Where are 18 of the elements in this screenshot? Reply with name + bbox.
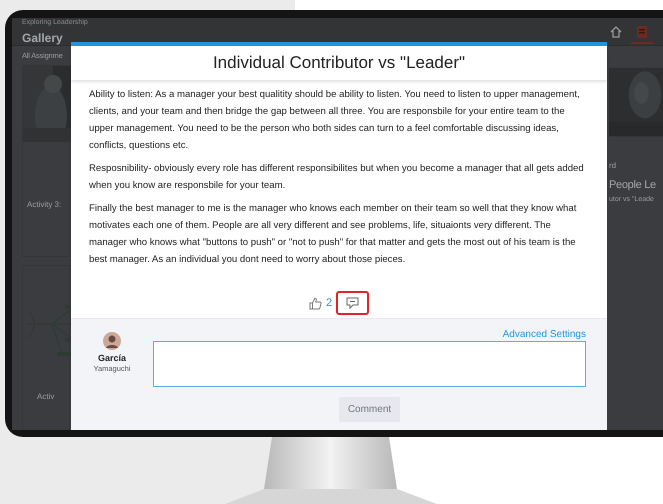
card-caption: Activ: [37, 391, 56, 404]
body-paragraph: Resposnibility- obviously every role has different responsibilites but when you become a manager that all gets added when you know are responsbile for your team.: [89, 162, 585, 193]
card-caption: Activity 3:: [26, 199, 62, 212]
modal-title: Individual Contributor vs "Leader": [71, 46, 607, 80]
comment-field[interactable]: [153, 341, 586, 387]
thumbs-up-icon[interactable]: [308, 296, 322, 310]
gallery-card[interactable]: Activity 3:: [22, 65, 70, 258]
comment-button[interactable]: [336, 291, 370, 315]
card-title: People Le: [609, 178, 657, 193]
user-first-name: García: [98, 353, 126, 364]
body-paragraph: Ability to listen: As a manager your best qualitity should be ability to listen. You need to listen to upper management, clients, and your team and then bridge the gap between all three. You are responsbile for your entire team to the upper management. You need to be the person who both sides can turn to a feel comfortable discussing ideas, conflicts, questions etc.: [89, 88, 581, 153]
like-count[interactable]: 2: [326, 294, 332, 312]
advanced-settings-link[interactable]: Advanced Settings: [502, 329, 586, 341]
comment-icon: [346, 296, 360, 309]
body-paragraph: Finally the best manager to me is the manager who knows each member on their team so well that they know what motivates each one of them. People are all very different and see problems, life, situaionts very different. The manager who knows what "buttons to push" or "not to push" for that matter and gets the most out of his team is the best manager. As an individual you dont need to worry about those pieces.: [89, 202, 578, 267]
card-subtitle: rd: [609, 160, 618, 172]
avatar: [103, 332, 121, 350]
page-title: Gallery: [22, 31, 64, 45]
